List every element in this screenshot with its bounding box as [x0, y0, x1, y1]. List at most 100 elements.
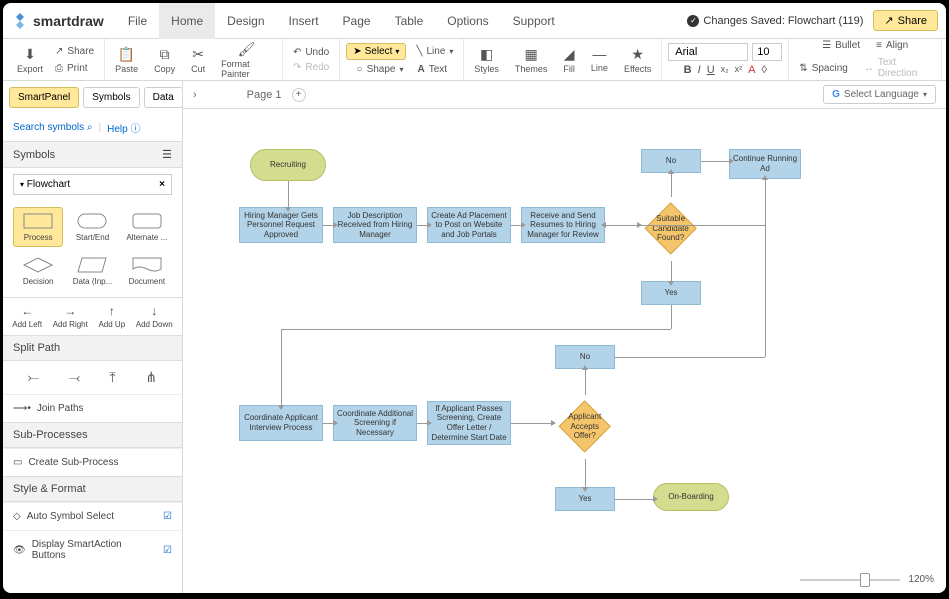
share-icon: ↗: [884, 14, 893, 27]
subscript-button[interactable]: x₂: [721, 64, 729, 76]
arrow-head: [551, 420, 556, 426]
shape-decision[interactable]: Decision: [13, 251, 63, 291]
font-color-button[interactable]: A: [748, 64, 755, 76]
sidepanel-tab-symbols[interactable]: Symbols: [83, 87, 139, 108]
bold-button[interactable]: B: [684, 64, 692, 76]
line-style-button[interactable]: —Line: [587, 44, 612, 75]
split-up-icon[interactable]: ⤒: [110, 369, 116, 386]
flowchart-node-coord_interview[interactable]: Coordinate Applicant Interview Process: [239, 405, 323, 441]
zoom-slider[interactable]: [800, 579, 900, 581]
themes-button[interactable]: ▦Themes: [511, 44, 552, 76]
google-icon: G: [832, 89, 840, 100]
flowchart-node-hiring_mgr[interactable]: Hiring Manager Gets Personnel Request Ap…: [239, 207, 323, 243]
menu-insert[interactable]: Insert: [277, 3, 331, 39]
flowchart-node-accepts[interactable]: Applicant Accepts Offer?: [559, 401, 612, 454]
shape-process[interactable]: Process: [13, 207, 63, 247]
bullet-button[interactable]: ☰Bullet: [818, 38, 864, 53]
font-select[interactable]: Arial: [668, 43, 748, 61]
underline-button[interactable]: U: [707, 64, 715, 76]
flowchart-node-recruiting[interactable]: Recruiting: [250, 149, 326, 181]
sidepanel-tab-data[interactable]: Data: [144, 87, 183, 108]
italic-button[interactable]: I: [698, 64, 701, 76]
split-tree-icon[interactable]: ⋔: [145, 369, 157, 386]
effects-button[interactable]: ★Effects: [620, 44, 655, 76]
shape-document[interactable]: Document: [122, 251, 172, 291]
line-style-icon: —: [592, 46, 606, 62]
shape-startend[interactable]: Start/End: [67, 207, 117, 247]
split-branch-icon[interactable]: ⤙: [69, 369, 80, 386]
zoom-thumb[interactable]: [860, 573, 870, 587]
checkbox-icon[interactable]: ☑: [163, 545, 172, 556]
superscript-button[interactable]: x²: [735, 64, 743, 76]
font-size-select[interactable]: 10: [752, 43, 782, 61]
cut-button[interactable]: ✂Cut: [187, 44, 209, 76]
smartaction-toggle[interactable]: 👁Display SmartAction Buttons☑: [3, 530, 182, 569]
connector: [615, 357, 765, 358]
eye-icon: 👁: [13, 545, 26, 556]
search-symbols-link[interactable]: Search symbols ⌕: [13, 122, 93, 133]
add-up-button[interactable]: ↑Add Up: [98, 304, 125, 329]
copy-button[interactable]: ⧉Copy: [150, 44, 179, 76]
auto-symbol-toggle[interactable]: ◇Auto Symbol Select☑: [3, 502, 182, 530]
arrow-head: [653, 496, 658, 502]
text-tool-button[interactable]: AText: [414, 62, 452, 77]
align-button[interactable]: ≡Align: [872, 38, 912, 53]
redo-button[interactable]: ↷Redo: [289, 60, 333, 75]
create-subprocess-button[interactable]: ▭Create Sub-Process: [3, 448, 182, 476]
flowchart-node-onboarding[interactable]: On-Boarding: [653, 483, 729, 511]
print-button[interactable]: ⎙Print: [51, 61, 98, 76]
format-painter-button[interactable]: 🖌Format Painter: [217, 39, 276, 81]
menu-file[interactable]: File: [116, 3, 159, 39]
shape-library-dropdown[interactable]: ▾ Flowchart ×: [13, 174, 172, 195]
add-right-button[interactable]: →Add Right: [53, 304, 88, 329]
canvas[interactable]: Recruiting Hiring Manager Gets Personnel …: [183, 109, 946, 593]
copy-icon: ⧉: [160, 46, 170, 63]
flowchart-node-suitable[interactable]: Suitable Candidate Found?: [645, 203, 698, 256]
connector: [585, 369, 586, 395]
connector: [323, 225, 333, 226]
chevron-down-icon: ▾: [923, 90, 927, 99]
share-small-button[interactable]: ↗Share: [51, 44, 98, 59]
export-button[interactable]: ⬇Export: [13, 44, 47, 76]
add-page-button[interactable]: +: [292, 88, 306, 102]
flowchart-node-job_desc[interactable]: Job Description Received from Hiring Man…: [333, 207, 417, 243]
collapse-panel-button[interactable]: ›: [193, 89, 197, 101]
select-tool-button[interactable]: ➤Select▾: [346, 43, 406, 60]
flowchart-node-coord_screen[interactable]: Coordinate Additional Screening if Neces…: [333, 405, 417, 441]
menu-icon[interactable]: ☰: [162, 148, 172, 161]
shape-tool-button[interactable]: ○Shape▾: [353, 62, 408, 77]
paste-button[interactable]: 📋Paste: [111, 44, 142, 76]
menu-page[interactable]: Page: [331, 3, 383, 39]
text-direction-button[interactable]: ↔Text Direction: [860, 55, 935, 81]
menu-support[interactable]: Support: [501, 3, 567, 39]
menu-options[interactable]: Options: [435, 3, 500, 39]
language-select[interactable]: G Select Language ▾: [823, 85, 936, 104]
menu-table[interactable]: Table: [383, 3, 436, 39]
add-down-button[interactable]: ↓Add Down: [136, 304, 173, 329]
sidepanel-tab-smartpanel[interactable]: SmartPanel: [9, 87, 79, 108]
spacing-icon: ⇅: [799, 63, 807, 74]
share-button[interactable]: ↗ Share: [873, 10, 938, 31]
line-tool-button[interactable]: ╲Line▾: [412, 44, 457, 59]
highlight-button[interactable]: ◊: [761, 64, 766, 76]
flowchart-node-create_ad[interactable]: Create Ad Placement to Post on Website a…: [427, 207, 511, 243]
help-link[interactable]: Help ⓘ: [107, 120, 140, 135]
close-icon[interactable]: ×: [159, 179, 165, 190]
flowchart-node-if_passes[interactable]: If Applicant Passes Screening, Create Of…: [427, 401, 511, 445]
fill-button[interactable]: ◢Fill: [559, 44, 579, 76]
arrow-head: [601, 222, 606, 228]
join-paths-button[interactable]: ⟶•Join Paths: [3, 394, 182, 422]
shape-alternate[interactable]: Alternate ...: [122, 207, 172, 247]
share-label: Share: [898, 15, 927, 27]
shape-datainp[interactable]: Data (Inp...: [67, 251, 117, 291]
arrow-head: [729, 158, 734, 164]
undo-button[interactable]: ↶Undo: [289, 45, 333, 60]
flowchart-node-receive_send[interactable]: Receive and Send Resumes to Hiring Manag…: [521, 207, 605, 243]
checkbox-icon[interactable]: ☑: [163, 511, 172, 522]
spacing-button[interactable]: ⇅Spacing: [795, 55, 852, 81]
menu-design[interactable]: Design: [215, 3, 276, 39]
styles-button[interactable]: ◧Styles: [470, 44, 503, 76]
split-right-icon[interactable]: ⤚: [28, 369, 39, 386]
add-left-button[interactable]: ←Add Left: [12, 304, 42, 329]
menu-home[interactable]: Home: [159, 3, 215, 39]
